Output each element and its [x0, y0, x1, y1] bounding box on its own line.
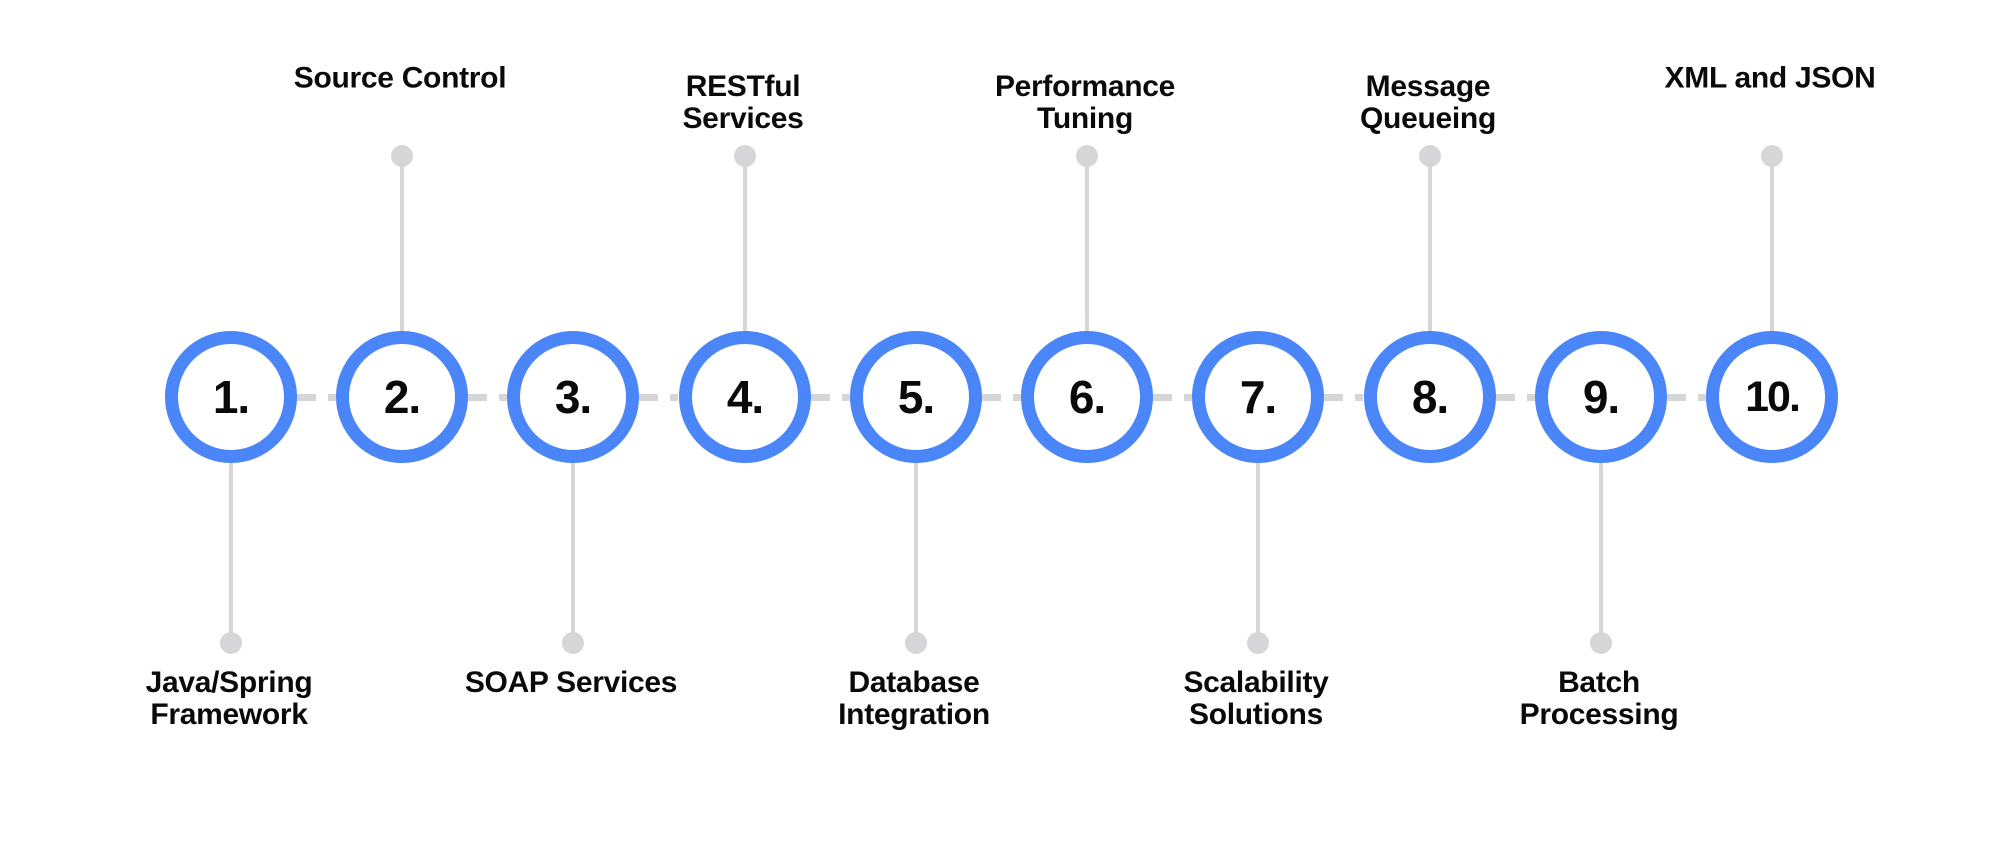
rail-segment-1-2	[297, 394, 336, 401]
step-node-9[interactable]: 9.	[1535, 331, 1667, 463]
connector-stem-5	[914, 461, 918, 643]
step-node-7[interactable]: 7.	[1192, 331, 1324, 463]
connector-stem-10	[1770, 160, 1774, 332]
step-node-3[interactable]: 3.	[507, 331, 639, 463]
connector-stem-1	[229, 461, 233, 643]
step-label-3: SOAP Services	[464, 666, 678, 699]
connector-dot-6	[1076, 145, 1098, 167]
connector-dot-5	[905, 632, 927, 654]
step-number-5: 5.	[897, 371, 935, 423]
connector-stem-9	[1599, 461, 1603, 643]
step-label-7: Scalability Solutions	[1183, 666, 1329, 732]
step-node-8[interactable]: 8.	[1364, 331, 1496, 463]
connector-dot-2	[391, 145, 413, 167]
step-number-1: 1.	[212, 371, 250, 423]
rail-segment-7-8	[1324, 394, 1363, 401]
step-node-6[interactable]: 6.	[1021, 331, 1153, 463]
connector-stem-6	[1085, 160, 1089, 332]
step-label-1: Java/Spring Framework	[145, 666, 313, 732]
rail-segment-2-3	[468, 394, 507, 401]
rail-segment-4-5	[811, 394, 850, 401]
step-node-10[interactable]: 10.	[1706, 331, 1838, 463]
connector-dot-3	[562, 632, 584, 654]
rail-segment-8-9	[1496, 394, 1535, 401]
connector-stem-4	[743, 160, 747, 332]
connector-dot-10	[1761, 145, 1783, 167]
rail-segment-3-4	[639, 394, 678, 401]
step-number-2: 2.	[383, 371, 421, 423]
connector-dot-7	[1247, 632, 1269, 654]
step-node-1[interactable]: 1.	[165, 331, 297, 463]
step-label-8: Message Queueing	[1360, 70, 1496, 136]
step-number-3: 3.	[554, 371, 592, 423]
step-number-4: 4.	[726, 371, 764, 423]
rail-segment-9-10	[1667, 394, 1706, 401]
connector-stem-2	[400, 160, 404, 332]
connector-stem-3	[571, 461, 575, 643]
step-label-2: Source Control	[293, 61, 507, 95]
connector-stem-7	[1256, 461, 1260, 643]
step-number-10: 10.	[1745, 372, 1801, 421]
step-node-2[interactable]: 2.	[336, 331, 468, 463]
connector-dot-9	[1590, 632, 1612, 654]
connector-dot-1	[220, 632, 242, 654]
step-number-9: 9.	[1582, 371, 1620, 423]
step-label-5: Database Integration	[838, 666, 990, 732]
step-node-4[interactable]: 4.	[679, 331, 811, 463]
step-label-9: Batch Processing	[1519, 666, 1679, 732]
connector-stem-8	[1428, 160, 1432, 332]
step-label-4: RESTful Services	[682, 70, 804, 136]
rail-segment-6-7	[1153, 394, 1192, 401]
rail-segment-5-6	[982, 394, 1021, 401]
step-number-6: 6.	[1068, 371, 1106, 423]
step-node-5[interactable]: 5.	[850, 331, 982, 463]
connector-dot-8	[1419, 145, 1441, 167]
connector-dot-4	[734, 145, 756, 167]
step-number-8: 8.	[1411, 371, 1449, 423]
step-number-7: 7.	[1239, 371, 1277, 423]
timeline-diagram: 1. Java/Spring Framework 2. Source Contr…	[0, 0, 2000, 848]
step-label-6: Performance Tuning	[994, 70, 1176, 136]
step-label-10: XML and JSON	[1664, 61, 1876, 95]
